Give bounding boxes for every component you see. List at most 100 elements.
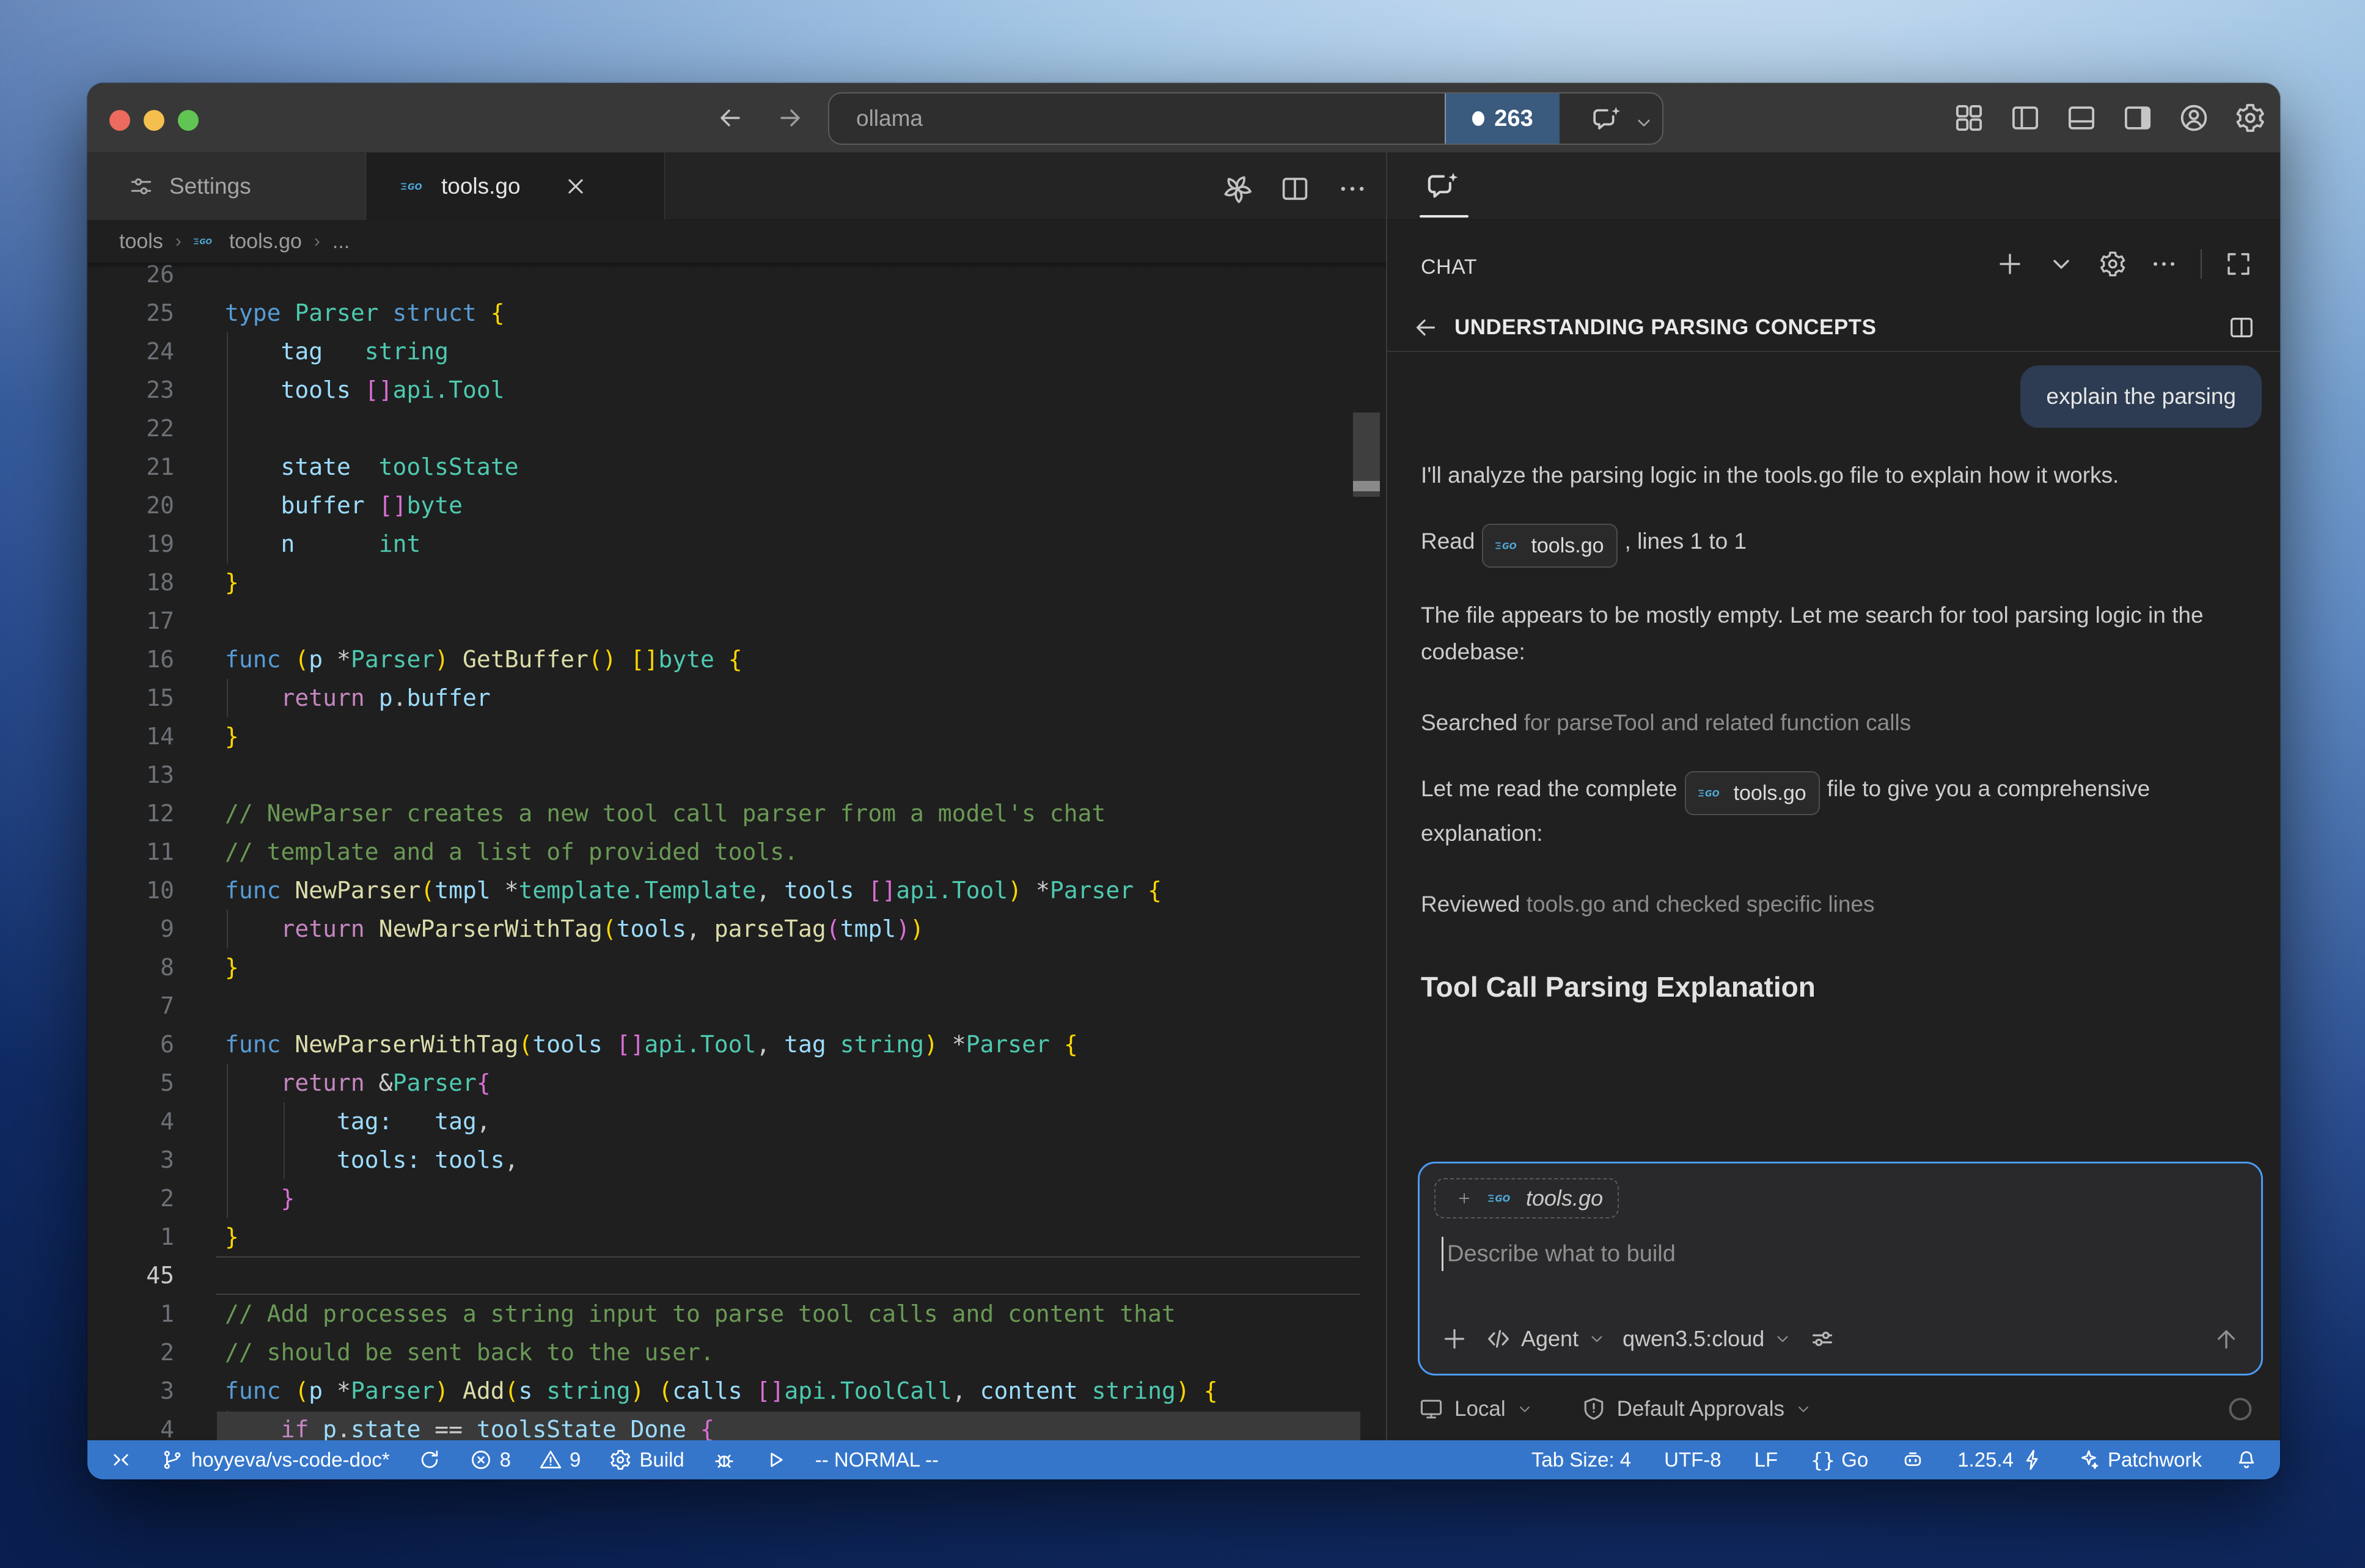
chevron-down-icon[interactable] — [2047, 249, 2076, 279]
code-line[interactable]: 18} — [87, 563, 1386, 602]
chevron-down-icon[interactable] — [1516, 1400, 1534, 1418]
go-logo-icon: GO — [401, 173, 428, 200]
tab-settings[interactable]: Settings — [87, 153, 366, 220]
back-icon[interactable] — [1412, 313, 1440, 342]
tool-activity-row[interactable]: Searched for parseTool and related funct… — [1421, 705, 2262, 741]
gear-icon[interactable] — [2098, 249, 2127, 279]
code-line[interactable]: 22 — [87, 409, 1386, 448]
zoom-window-button[interactable] — [178, 110, 199, 131]
code-line[interactable]: 2// should be sent back to the user. — [87, 1333, 1386, 1372]
statusbar-bug[interactable] — [713, 1448, 736, 1471]
command-center-search[interactable]: ollama 263 — [828, 92, 1663, 145]
statusbar-hoyyeva-vs-code-doc[interactable]: hoyyeva/vs-code-doc* — [161, 1448, 390, 1471]
code-line[interactable]: 6func NewParserWithTag(tools []api.Tool,… — [87, 1025, 1386, 1064]
chat-message-list[interactable]: explain the parsingI'll analyze the pars… — [1421, 353, 2262, 1153]
minimize-window-button[interactable] — [144, 110, 164, 131]
code-line[interactable]: 5 return &Parser{ — [87, 1064, 1386, 1102]
chevron-down-icon[interactable] — [1633, 112, 1655, 134]
code-line[interactable]: 3func (p *Parser) Add(s string) (calls [… — [87, 1372, 1386, 1410]
code-line[interactable]: 17 — [87, 602, 1386, 640]
statusbar-play[interactable] — [764, 1448, 787, 1471]
breadcrumb-symbol[interactable]: ... — [332, 230, 350, 254]
code-line[interactable]: 7 — [87, 987, 1386, 1025]
pinwheel-icon[interactable] — [1222, 173, 1253, 205]
mode-selector[interactable]: Agent — [1484, 1325, 1607, 1353]
statusbar-normal[interactable]: -- NORMAL -- — [815, 1448, 939, 1471]
code-line[interactable]: 19 n int — [87, 525, 1386, 563]
statusbar-tab-size-4[interactable]: Tab Size: 4 — [1531, 1448, 1631, 1471]
code-line[interactable]: 13 — [87, 756, 1386, 794]
statusbar-bell[interactable] — [2235, 1448, 2258, 1471]
panel-bottom-icon[interactable] — [2065, 101, 2098, 134]
statusbar-lf[interactable]: LF — [1755, 1448, 1778, 1471]
tab-tools-go[interactable]: GO tools.go — [367, 153, 665, 220]
chat-panel-tab-icon[interactable] — [1426, 170, 1461, 205]
code-line[interactable]: 15 return p.buffer — [87, 679, 1386, 717]
back-icon[interactable] — [716, 103, 745, 133]
code-line[interactable]: 2 } — [87, 1179, 1386, 1218]
layout-grid-icon[interactable] — [1953, 101, 1986, 134]
model-token-badge[interactable]: 263 — [1445, 93, 1560, 144]
model-selector[interactable]: qwen3.5:cloud — [1623, 1326, 1792, 1352]
file-chip[interactable]: GOtools.go — [1685, 771, 1820, 815]
context-chip[interactable]: GO tools.go — [1434, 1178, 1619, 1218]
statusbar-patchwork[interactable]: Patchwork — [2077, 1448, 2202, 1471]
expand-icon[interactable] — [2224, 249, 2253, 279]
sidebar-left-icon[interactable] — [2009, 101, 2042, 134]
code-line[interactable]: 1} — [87, 1218, 1386, 1256]
code-line[interactable]: 10func NewParser(tmpl *template.Template… — [87, 871, 1386, 910]
search-input[interactable]: ollama — [856, 93, 923, 144]
code-line[interactable]: 25type Parser struct { — [87, 294, 1386, 332]
code-line[interactable]: 4 tag: tag, — [87, 1102, 1386, 1141]
code-line[interactable]: 45 — [87, 1256, 1386, 1295]
statusbar-9[interactable]: 9 — [539, 1448, 581, 1471]
code-editor[interactable]: 2625type Parser struct {24 tag string23 … — [87, 263, 1386, 1440]
more-ellipsis-icon[interactable] — [1336, 173, 1368, 205]
split-columns-icon[interactable] — [1279, 173, 1311, 205]
statusbar-sync[interactable] — [418, 1448, 441, 1471]
statusbar-go[interactable]: {}Go — [1811, 1448, 1868, 1471]
statusbar-1-25-4[interactable]: 1.25.4 — [1957, 1448, 2044, 1471]
code-line[interactable]: 8} — [87, 948, 1386, 987]
chevron-down-icon[interactable] — [1794, 1400, 1813, 1418]
code-line[interactable]: 4 if p.state == toolsState_Done { — [87, 1410, 1386, 1440]
code-line[interactable]: 20 buffer []byte — [87, 486, 1386, 525]
code-line[interactable]: 14} — [87, 717, 1386, 756]
code-line[interactable]: 24 tag string — [87, 332, 1386, 371]
model-settings-icon[interactable] — [1808, 1325, 1836, 1353]
code-line[interactable]: 12// NewParser creates a new tool call p… — [87, 794, 1386, 833]
code-line[interactable]: 16func (p *Parser) GetBuffer() []byte { — [87, 640, 1386, 679]
statusbar-robot[interactable] — [1901, 1448, 1924, 1471]
statusbar-8[interactable]: 8 — [469, 1448, 511, 1471]
send-message-icon[interactable] — [2212, 1325, 2240, 1353]
account-icon[interactable] — [2177, 101, 2210, 134]
gear-icon[interactable] — [2234, 101, 2267, 134]
tool-activity-row[interactable]: Reviewed tools.go and checked specific l… — [1421, 886, 2262, 923]
chat-input[interactable]: Describe what to build — [1442, 1237, 1676, 1271]
close-window-button[interactable] — [109, 110, 130, 131]
code-line[interactable]: 21 state toolsState — [87, 448, 1386, 486]
code-line[interactable]: 23 tools []api.Tool — [87, 371, 1386, 409]
sidebar-right-icon[interactable] — [2121, 101, 2154, 134]
plus-icon[interactable] — [1995, 249, 2025, 279]
code-line[interactable]: 3 tools: tools, — [87, 1141, 1386, 1179]
breadcrumb-folder[interactable]: tools — [119, 230, 163, 254]
more-ellipsis-icon[interactable] — [2149, 249, 2179, 279]
chat-sparkle-icon[interactable] — [1591, 104, 1623, 136]
code-line[interactable]: 9 return NewParserWithTag(tools, parseTa… — [87, 910, 1386, 948]
add-context-icon[interactable] — [1440, 1325, 1469, 1353]
code-line[interactable]: 1// Add processes a string input to pars… — [87, 1295, 1386, 1333]
editor-scrollbar[interactable] — [1354, 263, 1384, 1440]
statusbar-remote[interactable] — [109, 1448, 133, 1471]
forward-icon[interactable] — [776, 103, 805, 133]
code-line[interactable]: 11// template and a list of provided too… — [87, 833, 1386, 871]
close-tab-icon[interactable] — [562, 173, 589, 200]
file-chip[interactable]: GOtools.go — [1482, 524, 1617, 568]
breadcrumb-file[interactable]: tools.go — [229, 230, 302, 254]
statusbar-utf-8[interactable]: UTF-8 — [1664, 1448, 1722, 1471]
statusbar-build[interactable]: Build — [609, 1448, 684, 1471]
open-in-editor-icon[interactable] — [2228, 313, 2256, 342]
approvals-selector[interactable]: Default Approvals — [1617, 1397, 1784, 1421]
chat-composer[interactable]: GO tools.go Describe what to build Agent… — [1418, 1162, 2263, 1376]
environment-selector[interactable]: Local — [1454, 1397, 1506, 1421]
